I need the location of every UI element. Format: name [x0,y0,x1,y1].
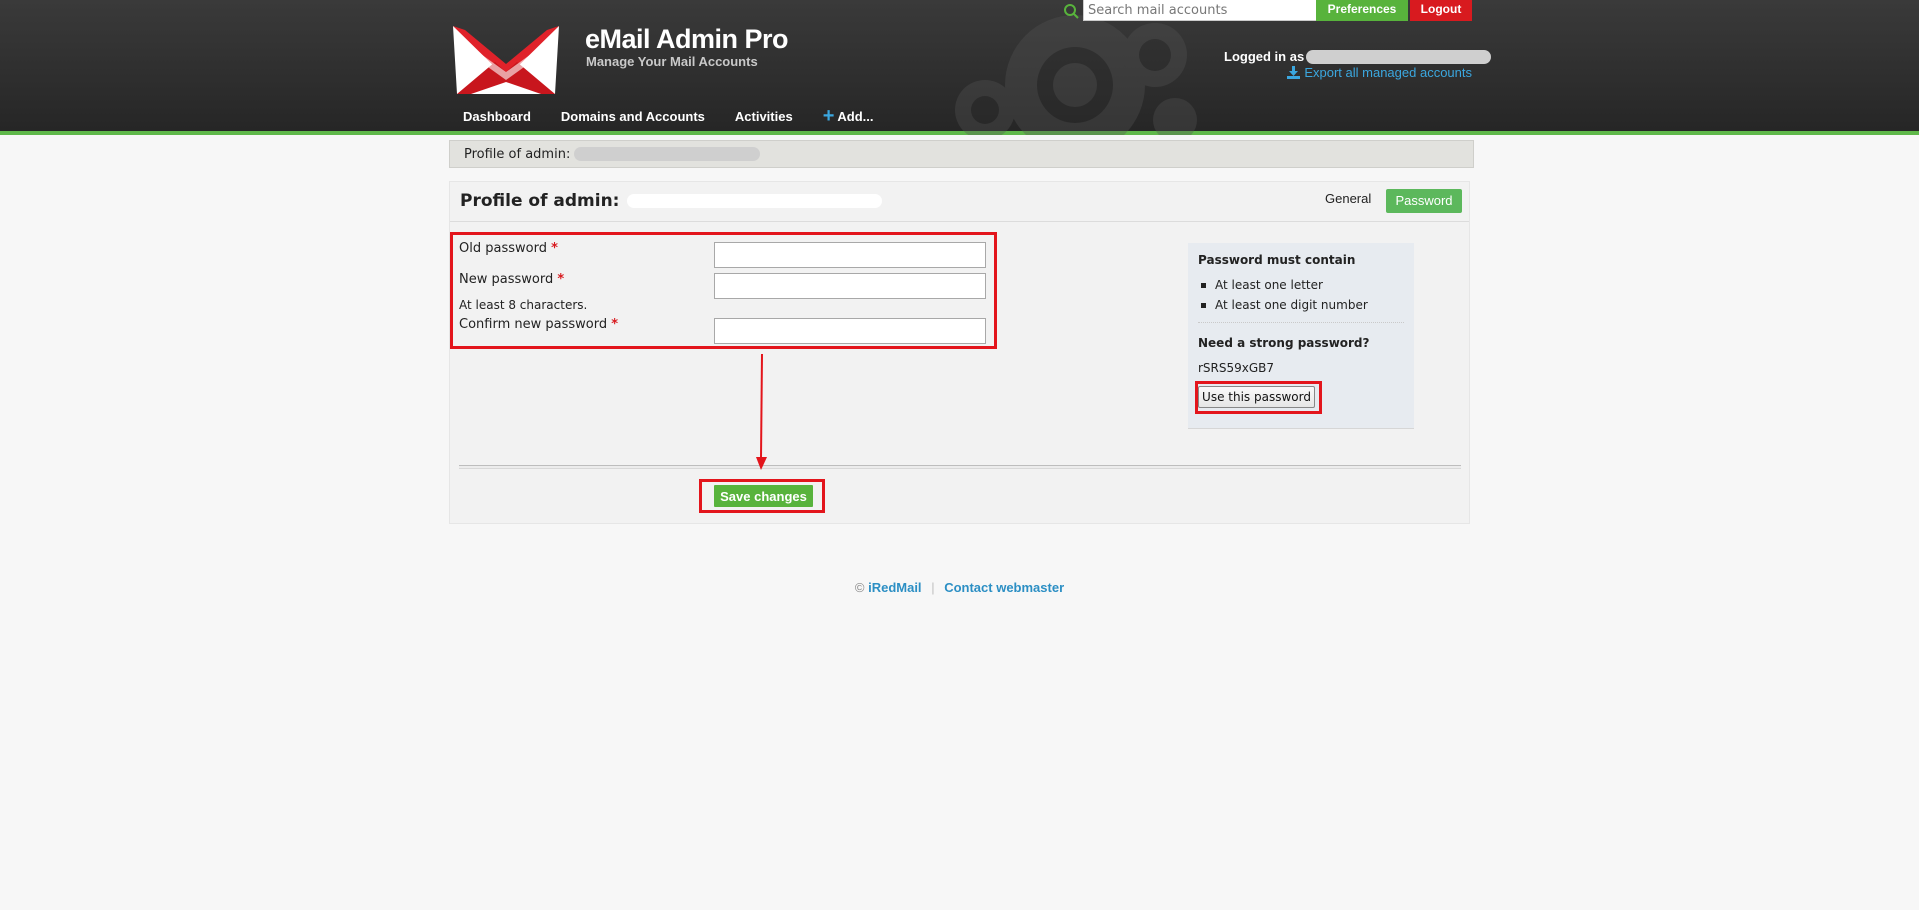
logged-in-status: Logged in as [1224,49,1492,64]
requirements-title: Password must contain [1198,253,1356,267]
app-title: eMail Admin Pro [585,24,789,54]
tab-password[interactable]: Password [1386,189,1462,213]
password-requirements-panel: Password must contain At least one lette… [1188,243,1414,429]
footer: © iRedMail | Contact webmaster [0,580,1919,595]
search-input[interactable] [1083,0,1334,21]
tab-general[interactable]: General [1325,191,1371,206]
requirements-list: At least one letter At least one digit n… [1201,275,1368,315]
confirm-password-label: Confirm new password * [459,317,618,332]
required-mark: * [557,272,565,287]
search-icon[interactable] [1063,3,1079,19]
nav-add-label: Add... [837,108,874,124]
generated-password: rSRS59xGB7 [1198,361,1275,375]
logout-button[interactable]: Logout [1410,0,1472,21]
app-logo-icon [453,26,559,94]
redacted-admin-name [574,147,761,161]
export-accounts-label: Export all managed accounts [1304,65,1472,80]
strong-password-title: Need a strong password? [1198,336,1370,350]
copyright-symbol: © [854,580,865,595]
contact-webmaster-link[interactable]: Contact webmaster [944,580,1064,595]
redacted-username [1306,49,1492,64]
iredmail-link[interactable]: iRedMail [868,580,921,595]
breadcrumb: Profile of admin: [449,140,1474,168]
logged-in-label: Logged in as [1224,49,1305,64]
search-bar [1063,0,1334,21]
confirm-password-field[interactable] [714,318,986,344]
use-this-password-button[interactable]: Use this password [1198,386,1315,408]
new-password-hint: At least 8 characters. [459,298,588,312]
top-header: eMail Admin Pro Manage Your Mail Account… [0,0,1919,135]
page-title-label: Profile of admin: [460,191,620,211]
old-password-label: Old password * [459,241,558,256]
new-password-label: New password * [459,272,564,287]
export-accounts-link[interactable]: Export all managed accounts [1287,65,1472,80]
old-password-field[interactable] [714,242,986,268]
required-mark: * [551,241,558,256]
list-item: At least one digit number [1201,295,1368,315]
app-subtitle: Manage Your Mail Accounts [586,54,758,69]
nav-activities[interactable]: Activities [735,109,793,124]
old-password-text: Old password [459,241,547,256]
nav-domains-and-accounts[interactable]: Domains and Accounts [561,109,705,124]
main-nav: Dashboard Domains and Accounts Activitie… [463,106,904,126]
page-title: Profile of admin: [460,191,883,211]
profile-panel-header: Profile of admin: General Password [450,182,1469,222]
save-changes-button[interactable]: Save changes [714,485,813,507]
redacted-admin-email [627,194,883,208]
plus-icon: + [822,105,835,127]
new-password-field[interactable] [714,273,986,299]
new-password-text: New password [459,272,554,287]
arrow-down-icon [756,354,767,470]
footer-separator: | [931,580,935,595]
confirm-password-text: Confirm new password [459,317,608,332]
divider [1198,322,1404,323]
nav-add[interactable]: + Add... [823,106,874,126]
required-mark: * [611,317,619,332]
nav-dashboard[interactable]: Dashboard [463,109,531,124]
preferences-button[interactable]: Preferences [1316,0,1408,21]
form-divider [459,465,1461,469]
download-icon [1287,66,1301,79]
breadcrumb-label: Profile of admin: [464,146,571,162]
list-item: At least one letter [1201,275,1368,295]
